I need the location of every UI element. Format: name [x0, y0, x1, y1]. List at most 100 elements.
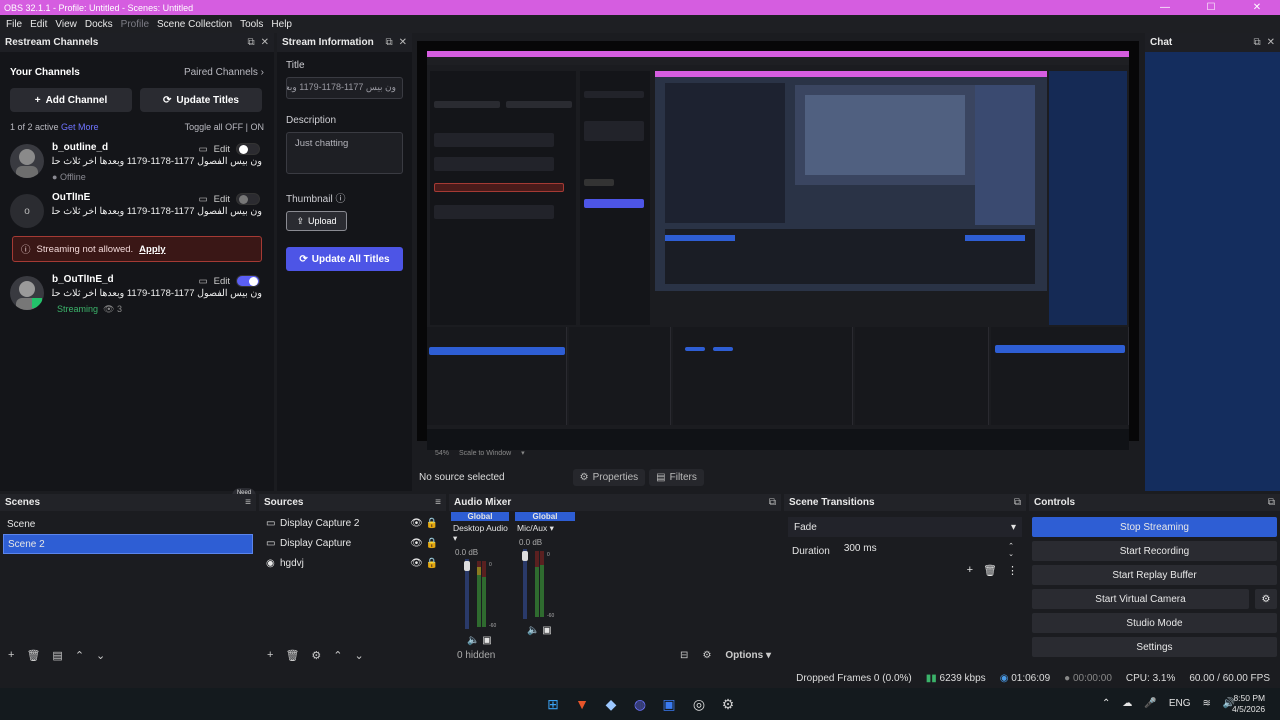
clock[interactable]: 8:50 PM 4/5/2026: [1232, 693, 1265, 715]
menu-icon[interactable]: ⧉: [1268, 497, 1275, 508]
trash-icon[interactable]: 🗑: [285, 649, 299, 662]
channel-toggle[interactable]: [236, 143, 260, 155]
transition-actions: + 🗑 ⋮: [967, 564, 1018, 577]
gear-icon[interactable]: ⚙: [311, 649, 321, 662]
start-recording-button[interactable]: Start Recording: [1032, 541, 1277, 561]
settings-icon[interactable]: ⚙: [717, 693, 739, 715]
menu-docks[interactable]: Docks: [81, 19, 117, 30]
close-window-button[interactable]: ✕: [1234, 0, 1280, 15]
filter-icon[interactable]: ▤: [52, 649, 62, 662]
toggle-all-on[interactable]: ON: [251, 122, 265, 132]
source-item[interactable]: ◉ hgdvj 👁 🔒: [259, 553, 446, 573]
float-icon[interactable]: ⧉: [385, 37, 392, 48]
channel-name[interactable]: Mic/Aux ▾: [515, 521, 575, 534]
get-more-link[interactable]: Get More: [61, 122, 99, 132]
move-down-icon[interactable]: ⌄: [355, 649, 364, 662]
upload-button[interactable]: ⇪ Upload: [286, 211, 347, 231]
channel-edit[interactable]: ▭ Edit: [199, 193, 260, 205]
filters-button[interactable]: ▤ Filters: [649, 468, 704, 486]
channel-edit[interactable]: ▭ Edit: [199, 143, 260, 155]
stop-streaming-button[interactable]: Stop Streaming: [1032, 517, 1277, 537]
menu-help[interactable]: Help: [267, 19, 296, 30]
add-icon[interactable]: +: [967, 564, 973, 577]
menu-edit[interactable]: Edit: [26, 19, 51, 30]
eye-lock-icons[interactable]: 👁 🔒: [410, 538, 438, 549]
steam-icon[interactable]: ◆: [600, 693, 622, 715]
studio-mode-button[interactable]: Studio Mode: [1032, 613, 1277, 633]
menu-icon[interactable]: ⧉: [1014, 497, 1021, 508]
add-icon[interactable]: +: [267, 649, 273, 661]
settings-button[interactable]: Settings: [1032, 637, 1277, 657]
move-up-icon[interactable]: ⌃: [333, 649, 342, 662]
channel-title: ون بيس الفصول 1177-1178-1179 وبعدها اخر …: [52, 156, 262, 167]
paired-channels-link[interactable]: Paired Channels ›: [184, 67, 264, 78]
trash-icon[interactable]: 🗑: [26, 649, 40, 662]
update-all-titles-button[interactable]: ⟳ Update All Titles: [286, 247, 403, 271]
menu-icon[interactable]: ⧉: [769, 497, 776, 508]
description-input[interactable]: Just chatting: [286, 132, 403, 174]
zoom-level[interactable]: 54%: [435, 450, 449, 457]
toggle-all-off[interactable]: Toggle all OFF: [185, 122, 244, 132]
system-tray[interactable]: ⌃ ☁ 🎤 ENG ≋ 🔊: [1102, 698, 1235, 709]
channel-toggle[interactable]: [236, 275, 260, 287]
mute-icon[interactable]: 🔈 ▣: [515, 625, 575, 636]
eye-lock-icons[interactable]: 👁 🔒: [410, 558, 438, 569]
add-icon[interactable]: +: [8, 649, 14, 661]
transition-select[interactable]: Fade ▾: [788, 517, 1022, 537]
chevron-down-icon[interactable]: ▾: [521, 449, 525, 457]
scale-mode[interactable]: Scale to Window: [459, 450, 511, 457]
add-channel-button[interactable]: + Add Channel: [10, 88, 132, 112]
eye-lock-icons[interactable]: 👁 🔒: [410, 518, 438, 529]
scene-item-selected[interactable]: Scene 2: [3, 534, 253, 554]
move-up-icon[interactable]: ⌃: [75, 649, 84, 662]
start-replay-buffer-button[interactable]: Start Replay Buffer: [1032, 565, 1277, 585]
channel-edit[interactable]: ▭ Edit: [199, 275, 260, 287]
obs-icon[interactable]: ◎: [688, 693, 710, 715]
windows-start-icon[interactable]: ⊞: [542, 693, 564, 715]
maximize-button[interactable]: ☐: [1188, 0, 1234, 15]
audio-mixer-title: Audio Mixer: [454, 497, 512, 508]
trash-icon[interactable]: 🗑: [983, 564, 997, 577]
more-icon[interactable]: ⋮: [1007, 564, 1018, 577]
update-titles-button[interactable]: ⟳ Update Titles: [140, 88, 262, 112]
menu-icon[interactable]: ≡: [245, 497, 251, 508]
dropped-frames: Dropped Frames 0 (0.0%): [796, 672, 912, 684]
gear-icon[interactable]: ⚙: [1255, 589, 1277, 609]
menu-tools[interactable]: Tools: [236, 19, 267, 30]
discord-icon[interactable]: ◍: [629, 693, 651, 715]
channel-name[interactable]: Desktop Audio ▾: [451, 521, 509, 544]
duration-row: Duration 300 ms ⌃ ⌄: [788, 541, 1022, 561]
app-icon[interactable]: ▣: [658, 693, 680, 715]
menu-file[interactable]: File: [2, 19, 26, 30]
layout-icon[interactable]: ⊟: [680, 650, 688, 661]
apply-link[interactable]: Apply: [139, 244, 165, 255]
volume-meter[interactable]: 0 -60: [451, 557, 509, 632]
gear-icon[interactable]: ⚙: [702, 650, 711, 661]
properties-button[interactable]: ⚙ Properties: [572, 468, 646, 486]
menu-icon[interactable]: ≡: [435, 497, 441, 508]
scenes-dock-title: Scenes ≡: [0, 494, 256, 511]
close-icon[interactable]: ✕: [1267, 37, 1275, 48]
source-item[interactable]: ▭ Display Capture 2 👁 🔒: [259, 513, 446, 533]
close-icon[interactable]: ✕: [261, 37, 269, 48]
float-icon[interactable]: ⧉: [1253, 37, 1260, 48]
start-virtual-camera-button[interactable]: Start Virtual Camera: [1032, 589, 1249, 609]
menu-view[interactable]: View: [51, 19, 81, 30]
menu-profile[interactable]: Profile: [117, 19, 153, 30]
title-input[interactable]: ون بيس 1177-1178-1179 وبعدها اخر ثلاث حل…: [286, 77, 403, 99]
channel-title: ون بيس الفصول 1177-1178-1179 وبعدها اخر …: [52, 288, 262, 299]
hidden-count[interactable]: 0 hidden: [457, 650, 495, 661]
duration-spinbox[interactable]: 300 ms ⌃ ⌄: [844, 543, 1022, 559]
menu-scene-collection[interactable]: Scene Collection: [153, 19, 236, 30]
channel-toggle[interactable]: [236, 193, 260, 205]
options-button[interactable]: Options ▾: [725, 650, 771, 661]
move-down-icon[interactable]: ⌄: [96, 649, 105, 662]
scene-item[interactable]: Scene: [0, 514, 256, 534]
preview-canvas[interactable]: [417, 41, 1139, 450]
close-icon[interactable]: ✕: [399, 37, 407, 48]
brave-icon[interactable]: ▼: [571, 693, 593, 715]
float-icon[interactable]: ⧉: [247, 37, 254, 48]
source-item[interactable]: ▭ Display Capture 👁 🔒: [259, 533, 446, 553]
volume-meter[interactable]: 0 -60: [515, 547, 573, 622]
minimize-button[interactable]: —: [1142, 0, 1188, 15]
